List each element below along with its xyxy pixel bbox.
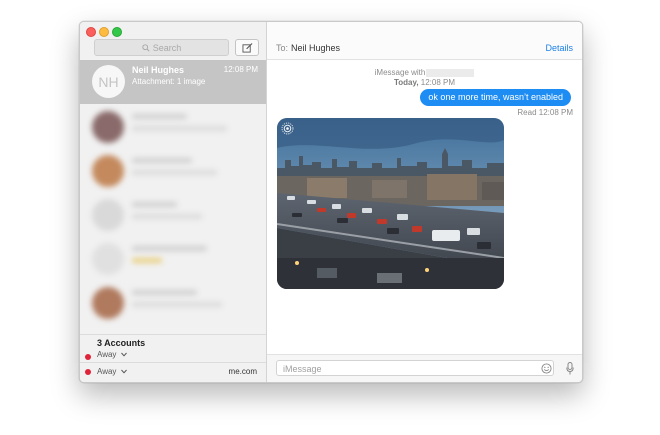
microphone-icon[interactable]	[566, 362, 574, 375]
list-item[interactable]	[80, 282, 266, 326]
image-attachment[interactable]	[277, 118, 504, 289]
account-domain: me.com	[228, 367, 257, 376]
accounts-panel: 3 Accounts Away Away me.com	[80, 334, 266, 382]
emoji-icon[interactable]	[541, 363, 552, 374]
redacted-handle	[426, 68, 475, 77]
conversation-time: 12:08 PM	[223, 65, 258, 74]
chevron-down-icon	[120, 369, 127, 374]
zoom-window-button[interactable]	[112, 27, 122, 37]
list-item[interactable]	[80, 106, 266, 150]
list-item[interactable]	[80, 150, 266, 194]
message-input[interactable]: iMessage	[276, 360, 554, 376]
search-icon	[142, 43, 150, 52]
outgoing-message-bubble[interactable]: ok one more time, wasn’t enabled	[420, 89, 571, 106]
compose-icon	[241, 42, 252, 53]
status-label: Away	[97, 350, 117, 359]
city-highway-photo	[277, 118, 504, 289]
messages-window: Search NH Neil Hughes 12:08 PM Attachmen…	[79, 21, 583, 383]
conversation-name: Neil Hughes	[132, 65, 185, 75]
status-dot	[85, 369, 91, 375]
recipient-name[interactable]: Neil Hughes	[291, 43, 340, 53]
to-label: To:	[276, 43, 289, 53]
service-line: iMessage with	[267, 68, 582, 77]
details-button[interactable]: Details	[545, 43, 573, 53]
conversation-header: To: Neil Hughes Details	[267, 22, 582, 60]
chevron-down-icon	[120, 352, 127, 357]
live-photo-icon	[281, 122, 294, 135]
search-input[interactable]: Search	[94, 39, 229, 56]
list-item[interactable]	[80, 194, 266, 238]
close-window-button[interactable]	[86, 27, 96, 37]
conversation-preview: Attachment: 1 image	[132, 77, 206, 86]
compose-button[interactable]	[235, 39, 259, 56]
list-item[interactable]	[80, 238, 266, 282]
sidebar: Search NH Neil Hughes 12:08 PM Attachmen…	[80, 22, 267, 382]
conversation-item-selected[interactable]: NH Neil Hughes 12:08 PM Attachment: 1 im…	[80, 60, 266, 104]
read-receipt: Read 12:08 PM	[517, 108, 573, 117]
accounts-title: 3 Accounts	[97, 338, 146, 348]
minimize-window-button[interactable]	[99, 27, 109, 37]
divider	[80, 362, 266, 363]
compose-bar: iMessage	[267, 354, 582, 382]
status-dropdown-secondary[interactable]: Away	[97, 367, 127, 376]
avatar: NH	[92, 65, 125, 98]
search-placeholder: Search	[152, 42, 182, 53]
status-label: Away	[97, 367, 117, 376]
date-line: Today, 12:08 PM	[393, 78, 456, 87]
conversation-pane: To: Neil Hughes Details iMessage with To…	[267, 22, 582, 382]
blurred-conversation-list	[80, 106, 266, 336]
status-dropdown[interactable]: Away	[97, 350, 127, 359]
status-dot	[85, 354, 91, 360]
